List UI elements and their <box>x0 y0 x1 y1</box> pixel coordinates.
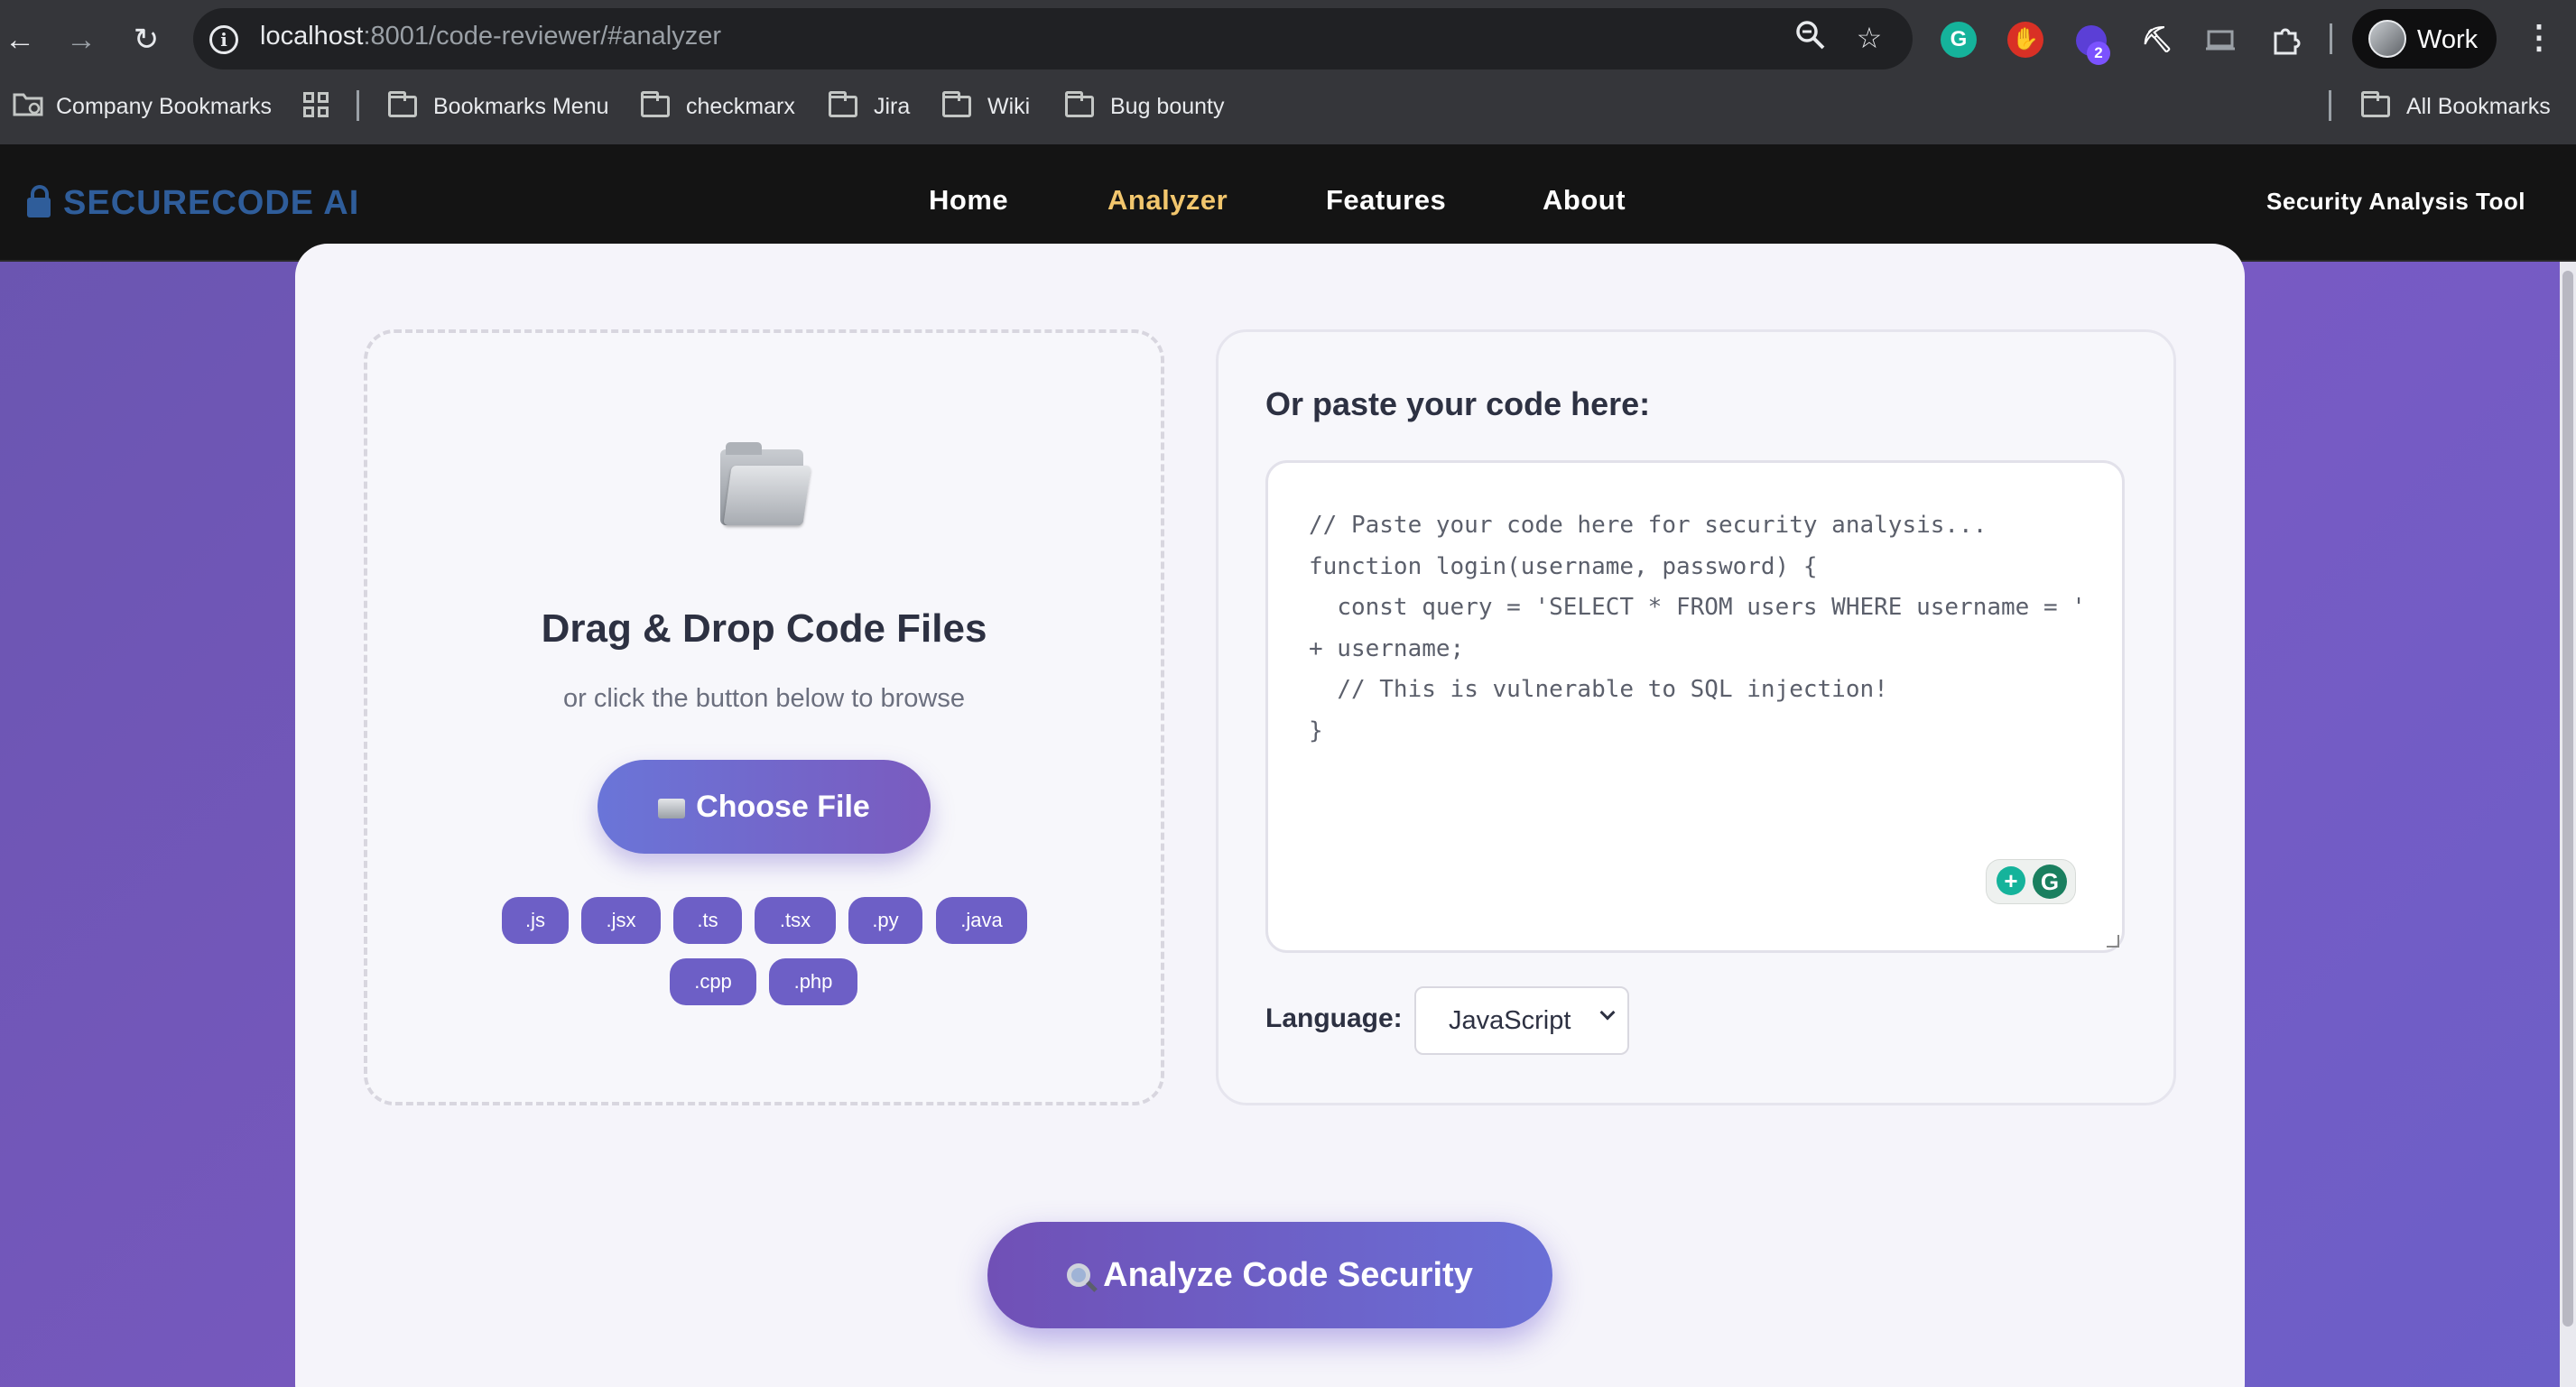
grammarly-icon[interactable]: G <box>2033 865 2067 899</box>
extensions-puzzle-icon[interactable] <box>2267 22 2303 58</box>
lightbulb-icon[interactable]: + <box>1997 866 2025 895</box>
bookmark-label: Bug bounty <box>1110 93 1225 119</box>
folder-icon <box>942 91 971 117</box>
extension-chip-py: .py <box>848 897 922 944</box>
bookmark-all-bookmarks[interactable]: All Bookmarks <box>2361 90 2551 123</box>
bookmark-label: Bookmarks Menu <box>433 93 609 119</box>
zoom-icon[interactable] <box>1793 20 1829 56</box>
extension-chip-tsx: .tsx <box>755 897 836 944</box>
avatar <box>2368 20 2406 58</box>
extension-chip-jsx: .jsx <box>581 897 661 944</box>
extension-chip-ts: .ts <box>673 897 742 944</box>
site-info-icon[interactable]: i <box>209 25 238 54</box>
code-content: // Paste your code here for security ana… <box>1309 512 2086 744</box>
profile-label: Work <box>2417 25 2479 54</box>
extension-chip-java: .java <box>936 897 1027 944</box>
site-tagline: Security Analysis Tool <box>2266 188 2525 215</box>
site-logo[interactable]: SECURECODE AI <box>27 184 359 223</box>
choose-file-label: Choose File <box>696 789 870 824</box>
bookmark-bookmarks-menu[interactable]: Bookmarks Menu <box>388 90 609 123</box>
magnifier-icon <box>1067 1263 1091 1287</box>
url-text[interactable]: localhost:8001/code-reviewer/#analyzer <box>260 22 721 51</box>
folder-icon <box>658 799 686 818</box>
folder-icon <box>1065 91 1094 117</box>
bookmark-divider <box>2329 90 2331 121</box>
scrollbar-thumb[interactable] <box>2562 271 2573 1327</box>
bookmark-label: Wiki <box>987 93 1031 119</box>
bookmark-star-icon[interactable]: ☆ <box>1851 20 1887 56</box>
extension-badge-count: 2 <box>2087 42 2110 65</box>
managed-bookmarks-icon <box>13 91 43 123</box>
resize-handle[interactable] <box>2107 935 2119 948</box>
folder-icon <box>829 91 857 117</box>
dropzone-title: Drag & Drop Code Files <box>541 606 987 651</box>
browser-toolbar: ← → ↻ i localhost:8001/code-reviewer/#an… <box>0 0 2576 79</box>
extension-tool-icon[interactable]: ⛏ <box>2139 22 2175 58</box>
extension-chip-php: .php <box>769 958 857 1005</box>
nav-analyzer[interactable]: Analyzer <box>1107 184 1228 217</box>
bookmark-checkmarx[interactable]: checkmarx <box>641 90 795 123</box>
url-host: localhost <box>260 22 364 51</box>
folder-icon <box>2361 91 2390 117</box>
folder-icon <box>388 91 417 117</box>
bookmark-label: checkmarx <box>686 93 795 119</box>
stop-hand-extension-icon[interactable]: ✋ <box>2007 22 2043 58</box>
analyze-label: Analyze Code Security <box>1103 1255 1473 1294</box>
back-arrow-icon[interactable]: ← <box>0 20 40 60</box>
lock-icon <box>27 184 51 217</box>
extension-chip-cpp: .cpp <box>670 958 756 1005</box>
analyze-code-button[interactable]: Analyze Code Security <box>987 1222 1552 1328</box>
bookmark-label: Jira <box>874 93 911 119</box>
bookmark-bug-bounty[interactable]: Bug bounty <box>1065 90 1225 123</box>
language-value: JavaScript <box>1449 1006 1571 1035</box>
bookmark-jira[interactable]: Jira <box>829 90 910 123</box>
bookmark-company-bookmarks[interactable]: Company Bookmarks <box>13 90 272 123</box>
browser-menu-icon[interactable]: ⋮ <box>2523 18 2555 56</box>
logo-text: SECURECODE AI <box>63 184 360 222</box>
forward-arrow-icon[interactable]: → <box>61 20 101 60</box>
nav-features[interactable]: Features <box>1326 184 1446 217</box>
nav-home[interactable]: Home <box>929 184 1008 217</box>
bookmark-wiki[interactable]: Wiki <box>942 90 1030 123</box>
folder-icon <box>720 442 811 527</box>
apps-grid-icon[interactable] <box>303 92 330 119</box>
extension-chip-js: .js <box>502 897 569 944</box>
paste-title: Or paste your code here: <box>1265 385 1651 422</box>
url-path: :8001/code-reviewer/#analyzer <box>363 22 722 51</box>
cast-icon[interactable] <box>2202 22 2238 58</box>
bookmark-label: All Bookmarks <box>2406 93 2551 119</box>
reload-icon[interactable]: ↻ <box>126 20 166 60</box>
toolbar-divider <box>2330 23 2332 54</box>
dropzone-subtitle: or click the button below to browse <box>563 684 965 713</box>
bookmarks-bar <box>0 79 2576 144</box>
choose-file-button[interactable]: Choose File <box>598 760 931 854</box>
bookmark-divider <box>357 90 359 121</box>
nav-about[interactable]: About <box>1543 184 1626 217</box>
bookmark-label: Company Bookmarks <box>56 93 272 119</box>
grammarly-extension-icon[interactable]: G <box>1941 22 1977 58</box>
language-label: Language: <box>1265 1003 1403 1033</box>
folder-icon <box>641 91 670 117</box>
